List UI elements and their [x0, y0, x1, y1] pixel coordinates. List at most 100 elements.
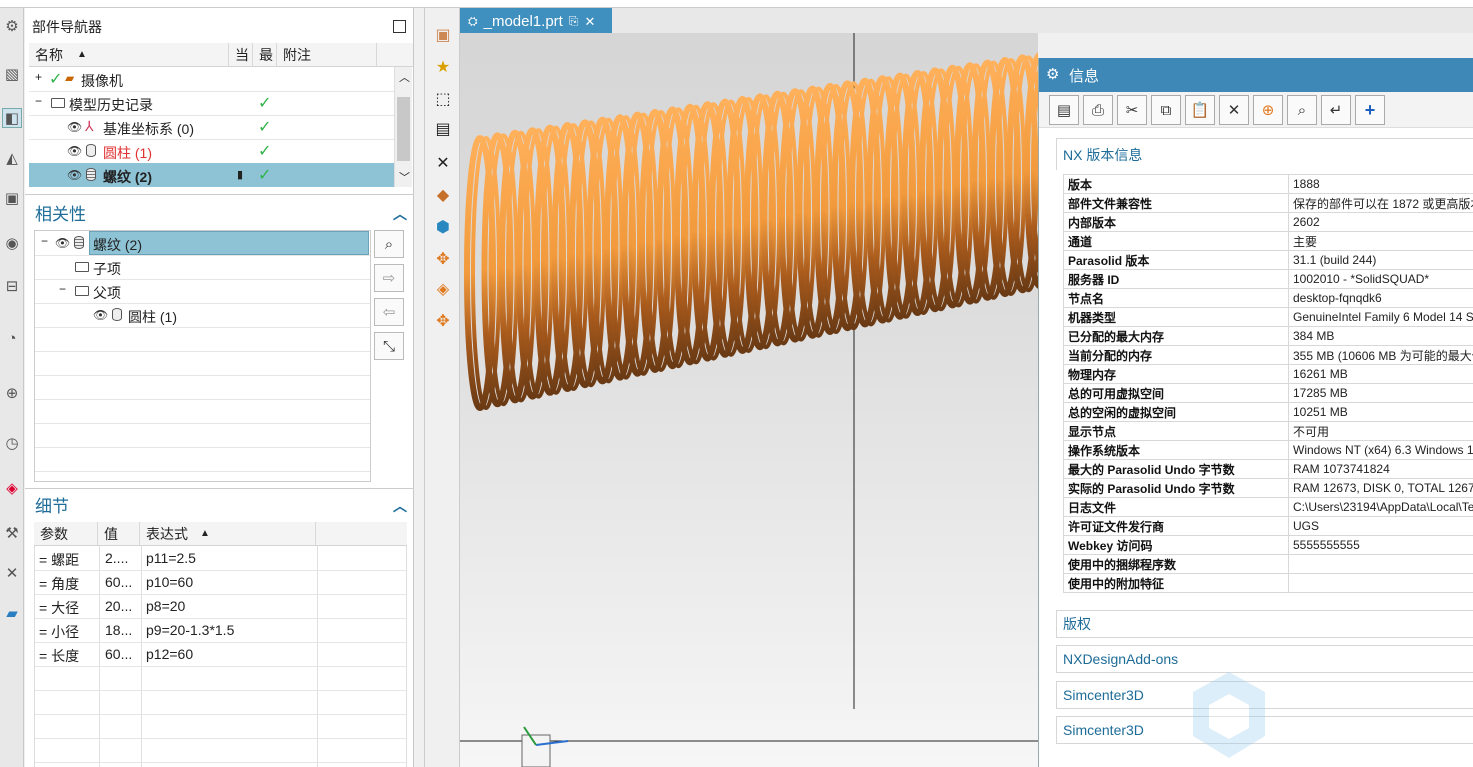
info-value: RAM 12673, DISK 0, TOTAL 12673: [1288, 478, 1473, 498]
navigator-scrollbar[interactable]: ︿ ﹀: [394, 67, 412, 187]
table-row[interactable]: = 小径 18... p9=20-1.3*1.5: [35, 618, 408, 642]
column-comment[interactable]: 附注: [277, 43, 377, 66]
info-value: 1888: [1288, 174, 1473, 194]
graphics-window[interactable]: [460, 33, 1038, 767]
list-item[interactable]: + ✓ ▰ 摄像机: [29, 67, 394, 91]
add-icon[interactable]: +: [1355, 95, 1385, 125]
history-icon[interactable]: ◔: [2, 328, 22, 348]
system-materials-icon[interactable]: ⊕: [2, 383, 22, 403]
column-name[interactable]: 名称 ▲: [29, 43, 229, 66]
save-as-icon[interactable]: ▤: [1049, 95, 1079, 125]
expand-icon[interactable]: +: [35, 70, 42, 84]
transform-icon[interactable]: ✥: [430, 308, 456, 334]
close-icon[interactable]: ✕: [430, 150, 456, 176]
wrap-icon[interactable]: ↵: [1321, 95, 1351, 125]
column-current[interactable]: 当: [229, 43, 253, 66]
list-item[interactable]: 👁 ⅄ 基准坐标系 (0) ✓: [29, 115, 394, 139]
component-icon[interactable]: ◈: [430, 276, 456, 302]
check-icon: ✓: [258, 119, 272, 136]
info-row: 总的空闲的虚拟空间 10251 MB: [1063, 402, 1473, 422]
close-icon[interactable]: ✕: [584, 14, 595, 30]
collapse-icon[interactable]: −: [41, 234, 48, 248]
collapse-icon[interactable]: −: [59, 282, 66, 296]
view-manager-icon[interactable]: ◉: [2, 233, 22, 253]
palette-icon[interactable]: ◈: [2, 478, 22, 498]
eye-icon[interactable]: 👁: [67, 120, 82, 134]
arrow-left-icon[interactable]: ⇦: [374, 298, 404, 326]
info-value: Windows NT (x64) 6.3 Windows 10: [1288, 440, 1473, 460]
cylinder-icon: [86, 144, 96, 157]
find-icon[interactable]: ⌕: [1287, 95, 1317, 125]
info-row: Webkey 访问码 5555555555: [1063, 535, 1473, 555]
eye-icon[interactable]: 👁: [67, 144, 82, 158]
scroll-up-icon[interactable]: ︿: [399, 69, 410, 85]
list-item[interactable]: − 父项: [35, 279, 370, 303]
assembly-navigator-icon[interactable]: ▧: [2, 64, 22, 84]
list-item[interactable]: 子项: [35, 255, 370, 279]
eye-icon[interactable]: 👁: [67, 168, 82, 182]
part-navigator-icon[interactable]: ◧: [2, 108, 22, 128]
web-browser-icon[interactable]: ⊟: [2, 276, 22, 296]
table-row[interactable]: = 螺距 2.... p11=2.5: [35, 546, 408, 570]
info-title: 信息: [1069, 67, 1100, 85]
collapse-icon[interactable]: −: [35, 94, 42, 108]
constraint-navigator-icon[interactable]: ◭: [2, 148, 22, 168]
list-item[interactable]: 👁 圆柱 (1) ✓: [29, 139, 394, 163]
collapse-section-icon[interactable]: ︿: [393, 496, 407, 516]
thread-icon: [74, 236, 84, 249]
info-title-bar[interactable]: ⚙ 信息: [1039, 58, 1473, 92]
eye-icon[interactable]: 👁: [55, 236, 70, 250]
scroll-thumb[interactable]: [397, 97, 410, 161]
box-icon[interactable]: ▣: [430, 22, 456, 48]
role-icon[interactable]: ⚒: [2, 523, 22, 543]
star-icon[interactable]: ★: [430, 54, 456, 80]
column-value[interactable]: 值: [98, 522, 140, 545]
list-item[interactable]: − 👁 螺纹 (2): [35, 231, 370, 255]
scroll-down-icon[interactable]: ﹀: [399, 169, 410, 185]
info-value: 不可用: [1288, 421, 1473, 441]
info-value: 主要: [1288, 231, 1473, 251]
table-row[interactable]: = 大径 20... p8=20: [35, 594, 408, 618]
folder-icon: [51, 98, 65, 108]
section-nx-version[interactable]: NX 版本信息: [1056, 138, 1473, 170]
info-key: 总的可用虚拟空间: [1063, 383, 1289, 403]
maximize-icon[interactable]: [393, 20, 406, 33]
delete-icon[interactable]: ✕: [1219, 95, 1249, 125]
eye-icon[interactable]: 👁: [93, 308, 108, 322]
info-value: [1288, 554, 1473, 574]
arrow-right-icon[interactable]: ⇨: [374, 264, 404, 292]
info-row: 显示节点 不可用: [1063, 421, 1473, 441]
column-expression[interactable]: 表达式 ▲: [140, 522, 316, 545]
list-item-selected[interactable]: 👁 螺纹 (2) ▮ ✓: [29, 163, 394, 187]
section-nxdesign-addons[interactable]: NXDesignAdd-ons: [1056, 645, 1473, 673]
copy-icon[interactable]: ⧉: [1151, 95, 1181, 125]
clock-icon[interactable]: ◷: [2, 433, 22, 453]
column-latest[interactable]: 最: [253, 43, 277, 66]
table-row[interactable]: = 角度 60... p10=60: [35, 570, 408, 594]
column-param[interactable]: 参数: [34, 522, 98, 545]
tools-icon[interactable]: ✕: [2, 563, 22, 583]
save-icon[interactable]: ▤: [430, 116, 456, 142]
list-item[interactable]: 👁 圆柱 (1): [35, 303, 370, 327]
table-row[interactable]: = 长度 60... p12=60: [35, 642, 408, 666]
part-icon[interactable]: ◆: [430, 182, 456, 208]
reuse-library-icon[interactable]: ▣: [2, 188, 22, 208]
folder-icon[interactable]: ▰: [2, 603, 22, 623]
list-item[interactable]: − 模型历史记录 ✓: [29, 91, 394, 115]
export-icon[interactable]: ⬚: [430, 86, 456, 112]
info-value: 5555555555: [1288, 535, 1473, 555]
info-row: 物理内存 16261 MB: [1063, 364, 1473, 384]
search-icon[interactable]: ⌕: [374, 230, 404, 258]
cut-icon[interactable]: ✂: [1117, 95, 1147, 125]
print-icon[interactable]: ⎙: [1083, 95, 1113, 125]
paste-icon[interactable]: 📋: [1185, 95, 1215, 125]
section-copyright[interactable]: 版权: [1056, 610, 1473, 638]
cube-icon[interactable]: ⬢: [430, 214, 456, 240]
collapse-section-icon[interactable]: ︿: [393, 204, 407, 224]
expand-view-icon[interactable]: ⤡: [374, 332, 404, 360]
move-icon[interactable]: ✥: [430, 246, 456, 272]
fit-icon[interactable]: ⊕: [1253, 95, 1283, 125]
navigator-tree: + ✓ ▰ 摄像机 − 模型历史记录 ✓ 👁 ⅄ 基准坐标系 (0) ✓ 👁 圆…: [29, 67, 394, 187]
settings-icon[interactable]: ⚙: [2, 16, 22, 36]
tab-model[interactable]: ⛭ _model1.prt ⎘ ✕: [460, 8, 612, 35]
